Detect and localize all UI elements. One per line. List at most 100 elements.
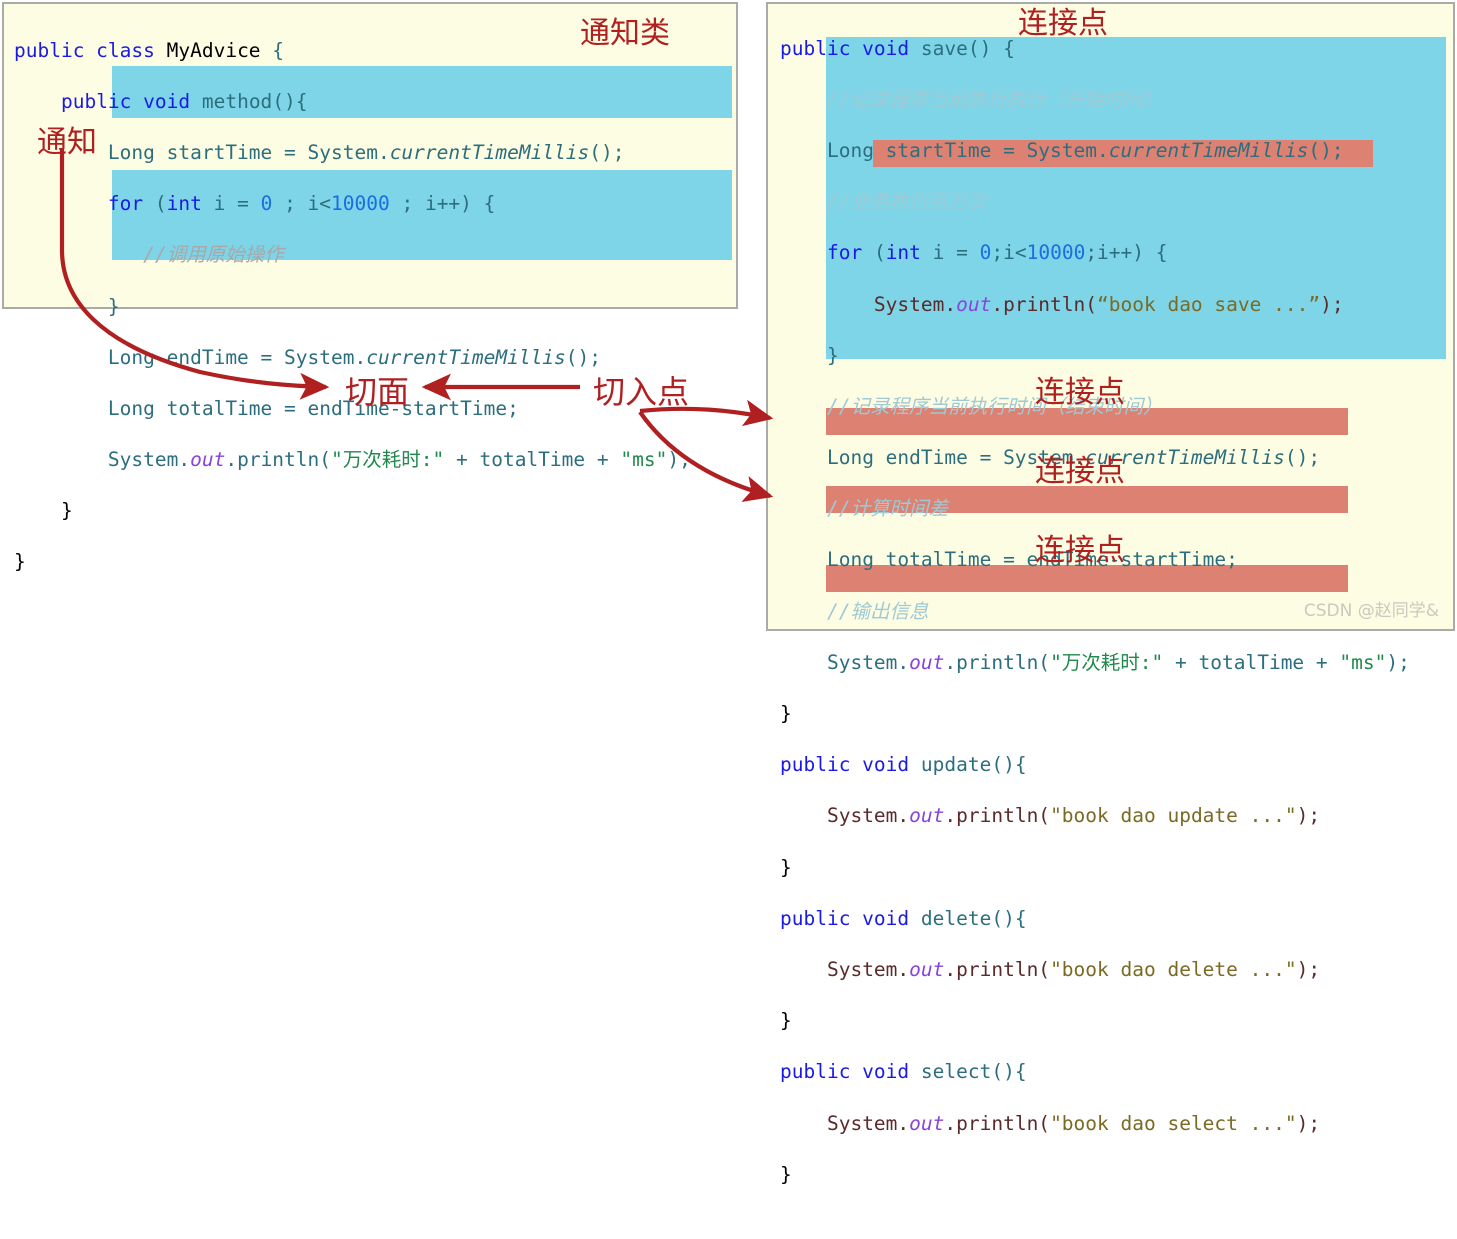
code-token-plain: System.: [826, 957, 910, 981]
code-token-plain: );: [1296, 804, 1321, 828]
annotation-aspect: 切面: [345, 373, 410, 411]
code-token-plain: i =: [920, 241, 980, 265]
code-token-plain: );: [667, 448, 691, 472]
advice-code-block: public class MyAdvice { public void meth…: [4, 4, 736, 626]
code-line: }: [14, 294, 736, 320]
code-token-keyword: public void: [780, 753, 921, 777]
code-token-number: 10000: [331, 192, 390, 216]
code-line: }: [14, 498, 736, 524]
code-token-string: "万次耗时:": [1050, 650, 1164, 674]
code-token-plain: .println(: [225, 448, 332, 472]
code-line: public void update(){: [780, 752, 1453, 778]
code-token-string: "book dao select ...": [1050, 1111, 1297, 1135]
code-line: System.out.println("万次耗时:" + totalTime +…: [780, 650, 1453, 676]
annotation-advice-class: 通知类: [580, 16, 670, 51]
code-line: System.out.println("万次耗时:" + totalTime +…: [14, 447, 736, 473]
code-token-keyword: public void: [780, 1060, 921, 1084]
code-token-plain: .println(: [944, 650, 1051, 674]
code-token-keyword: public void: [60, 89, 202, 113]
code-token-plain: System.: [873, 292, 957, 316]
code-token-comment: //业务执行百万次: [826, 190, 987, 214]
code-token-comment: //记录程序当前执行执行（开始时间）: [826, 87, 1163, 111]
code-token-plain: Long totalTime = endTime-startTime;: [107, 396, 519, 420]
code-token-string: "ms": [1339, 650, 1387, 674]
annotation-advice: 通知: [37, 125, 97, 160]
code-token-plain: System.: [107, 448, 191, 472]
dao-code-block: public void save() { //记录程序当前执行执行（开始时间） …: [768, 4, 1453, 1239]
code-token-plain: System.: [826, 650, 910, 674]
code-token-static-field: out: [909, 957, 945, 981]
code-token-plain: + totalTime +: [444, 448, 621, 472]
code-token-plain: ; i++) {: [389, 192, 496, 216]
code-line: public void select(){: [780, 1059, 1453, 1085]
code-token-plain: Long endTime = System.: [107, 345, 367, 369]
code-token-plain: Long startTime = System.: [826, 138, 1109, 162]
code-token-number: 0: [979, 241, 992, 265]
code-token-string: “book dao save ...”: [1097, 292, 1321, 316]
code-line: }: [780, 343, 1453, 369]
code-token-plain: ;i<: [991, 241, 1027, 265]
csdn-watermark: CSDN @赵同学&: [1303, 601, 1439, 621]
code-line: //计算时间差: [780, 496, 1453, 522]
code-token-keyword: for: [826, 241, 874, 265]
annotation-joinpoint-delete: 连接点: [1035, 454, 1125, 489]
code-token-plain: (){: [991, 753, 1027, 777]
code-token-plain: }: [826, 343, 839, 367]
code-line: }: [780, 1162, 1453, 1188]
code-token-keyword: public class: [14, 38, 167, 62]
code-token-plain: Long totalTime = endTime-startTime;: [826, 548, 1238, 572]
code-token-keyword: int: [166, 192, 202, 216]
code-token-keyword: public void: [780, 906, 921, 930]
code-token-string: "book dao delete ...": [1050, 957, 1297, 981]
annotation-joinpoint-select: 连接点: [1035, 533, 1125, 568]
code-token-plain: System.: [826, 1111, 910, 1135]
code-token-keyword: public void: [780, 36, 921, 60]
code-token-plain: }: [14, 550, 26, 574]
code-token-string: "万次耗时:": [331, 448, 445, 472]
annotation-joinpoint-save: 连接点: [1018, 6, 1108, 41]
code-token-plain: }: [780, 702, 792, 726]
code-line: for (int i = 0;i<10000;i++) {: [780, 240, 1453, 266]
code-token-plain: i =: [201, 192, 261, 216]
code-line: Long startTime = System.currentTimeMilli…: [780, 138, 1453, 164]
code-token-keyword: for: [107, 192, 155, 216]
code-token-keyword: int: [885, 241, 921, 265]
code-line: System.out.println(“book dao save ...”);: [780, 292, 1453, 318]
code-token-plain: .println(: [944, 957, 1051, 981]
code-line: }: [780, 855, 1453, 881]
code-token-plain: }: [60, 499, 73, 523]
code-token-plain: (){: [991, 1060, 1027, 1084]
code-token-plain: (: [873, 241, 886, 265]
code-line: }: [14, 549, 736, 575]
code-token-static-field: out: [956, 292, 992, 316]
code-token-comment: //输出信息: [826, 599, 929, 623]
code-line: for (int i = 0 ; i<10000 ; i++) {: [14, 191, 736, 217]
code-token-number: 0: [260, 192, 273, 216]
code-line: System.out.println("book dao update ..."…: [780, 803, 1453, 829]
code-line: Long startTime = System.currentTimeMilli…: [14, 140, 736, 166]
code-token-plain: .println(: [944, 804, 1051, 828]
code-token-comment: //调用原始操作: [143, 243, 284, 267]
code-token-plain: ();: [1308, 138, 1344, 162]
code-token-plain: ();: [589, 140, 625, 164]
code-token-plain: .println(: [991, 292, 1098, 316]
code-token-comment: //计算时间差: [826, 497, 948, 521]
code-token-static-field: out: [909, 1111, 945, 1135]
code-line: System.out.println("book dao select ..."…: [780, 1111, 1453, 1137]
code-token-method: currentTimeMillis: [389, 140, 590, 164]
code-line: System.out.println("book dao delete ..."…: [780, 957, 1453, 983]
code-token-plain: ;i++) {: [1085, 241, 1168, 265]
code-token-plain: (: [154, 192, 167, 216]
code-line: }: [780, 1008, 1453, 1034]
code-line: public void save() {: [780, 36, 1453, 62]
code-token-plain: (){: [991, 906, 1027, 930]
code-token-plain: }: [780, 1162, 792, 1186]
code-token-string: "book dao update ...": [1050, 804, 1297, 828]
code-token-plain: );: [1296, 957, 1321, 981]
code-token-plain: () {: [967, 36, 1015, 60]
code-line: public void method(){: [14, 89, 736, 115]
code-line: //业务执行百万次: [780, 189, 1453, 215]
code-token-plain: (){: [272, 89, 308, 113]
code-token-plain: {: [260, 38, 285, 62]
code-line: public void delete(){: [780, 906, 1453, 932]
